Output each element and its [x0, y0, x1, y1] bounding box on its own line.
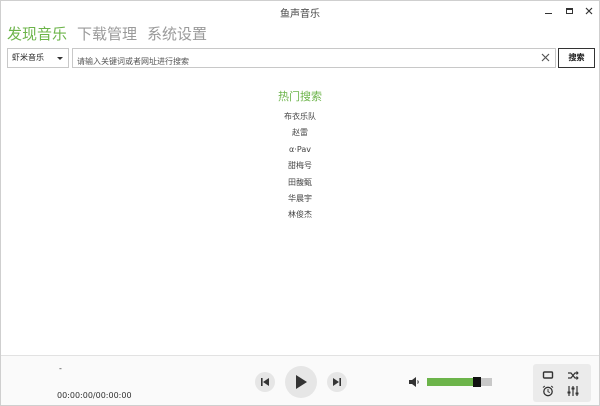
shuffle-icon: [568, 370, 579, 380]
hot-search-item[interactable]: 赵雷: [292, 125, 308, 141]
chevron-down-icon: [57, 57, 63, 60]
source-select-value: 虾米音乐: [12, 53, 44, 62]
hot-search-list: 布衣乐队 赵雷 α·Pav 甜梅号 田馥甄 华晨宇 林俊杰: [1, 109, 599, 224]
title-bar: 鱼声音乐: [1, 1, 599, 23]
playback-time: 00:00:00/00:00:00: [57, 391, 132, 400]
equalizer-icon: [567, 386, 579, 396]
maximize-button[interactable]: [561, 4, 577, 18]
play-button[interactable]: [285, 366, 317, 398]
hot-search-title: 热门搜索: [278, 90, 322, 103]
play-icon: [296, 375, 307, 389]
skip-previous-icon: [261, 378, 269, 386]
search-button[interactable]: 搜索: [558, 48, 595, 68]
next-track-button[interactable]: [327, 372, 347, 392]
volume-handle[interactable]: [473, 377, 481, 387]
maximize-icon: [565, 8, 573, 14]
equalizer-button[interactable]: [566, 384, 580, 398]
skip-next-icon: [333, 378, 341, 386]
volume-slider[interactable]: [427, 377, 492, 387]
track-name: -: [59, 364, 62, 373]
hot-search-item[interactable]: α·Pav: [289, 142, 311, 158]
tab-download-manager[interactable]: 下载管理: [77, 23, 137, 47]
hot-search-item[interactable]: 田馥甄: [288, 175, 312, 191]
hot-search-item[interactable]: 华晨宇: [288, 191, 312, 207]
clear-search-button[interactable]: [538, 51, 552, 65]
loop-button[interactable]: [541, 368, 555, 382]
minimize-icon: [544, 12, 552, 14]
search-row: 虾米音乐 搜索: [7, 48, 595, 71]
window-title: 鱼声音乐: [280, 9, 320, 20]
alarm-clock-icon: [542, 385, 554, 397]
source-select[interactable]: 虾米音乐: [7, 48, 69, 68]
close-button[interactable]: [581, 4, 597, 18]
alarm-button[interactable]: [541, 384, 555, 398]
tab-system-settings[interactable]: 系统设置: [147, 23, 207, 47]
speaker-icon[interactable]: [408, 376, 420, 388]
hot-search-item[interactable]: 林俊杰: [288, 207, 312, 223]
tab-discover-music[interactable]: 发现音乐: [7, 23, 67, 47]
previous-track-button[interactable]: [255, 372, 275, 392]
search-input[interactable]: [73, 52, 533, 71]
hot-search-section: 热门搜索 布衣乐队 赵雷 α·Pav 甜梅号 田馥甄 华晨宇 林俊杰: [1, 88, 599, 224]
search-box: [72, 48, 556, 71]
shuffle-button[interactable]: [566, 368, 580, 382]
close-icon: [541, 53, 549, 62]
player-tools: [533, 364, 591, 402]
hot-search-item[interactable]: 甜梅号: [288, 158, 312, 174]
repeat-icon: [542, 371, 554, 379]
close-icon: [585, 7, 593, 15]
player-bar: - 00:00:00/00:00:00: [1, 355, 599, 405]
main-tabs: 发现音乐 下载管理 系统设置: [7, 23, 207, 47]
volume-level: [427, 378, 477, 386]
minimize-button[interactable]: [540, 4, 556, 18]
hot-search-item[interactable]: 布衣乐队: [284, 109, 316, 125]
